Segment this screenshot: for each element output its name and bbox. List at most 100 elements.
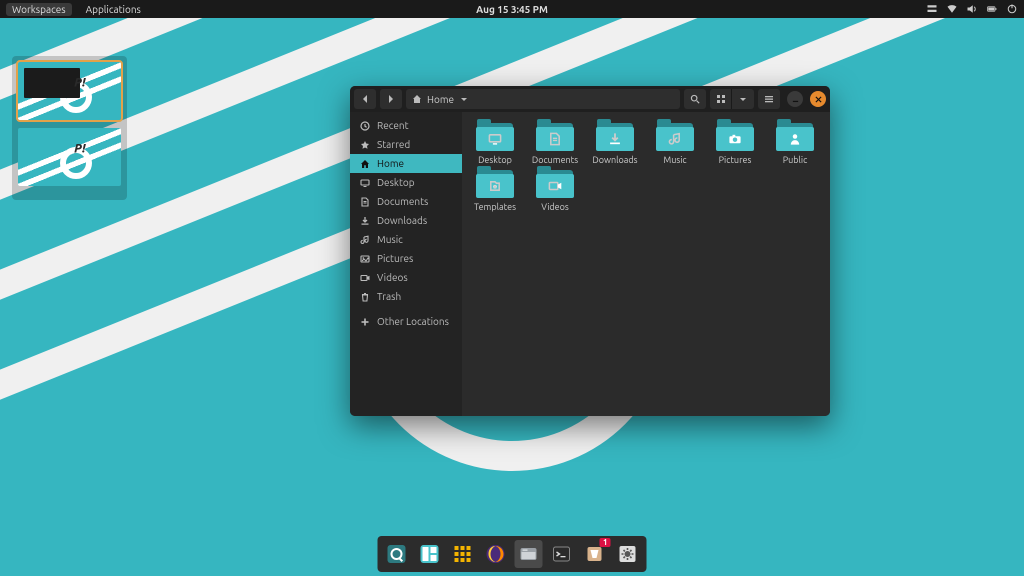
dock-app-files[interactable] <box>515 540 543 568</box>
volume-icon[interactable] <box>966 3 978 15</box>
power-icon[interactable] <box>1006 3 1018 15</box>
sidebar-item-label: Music <box>377 234 403 245</box>
path-bar[interactable]: Home <box>406 89 680 109</box>
network-icon[interactable] <box>946 3 958 15</box>
sidebar-item-home[interactable]: Home <box>350 154 462 173</box>
video-icon <box>548 179 562 193</box>
workspaces-button[interactable]: Workspaces <box>6 3 72 16</box>
sidebar-item-label: Pictures <box>377 253 413 264</box>
update-badge: 1 <box>600 538 611 547</box>
music-icon <box>360 235 370 245</box>
folder-downloads[interactable]: Downloads <box>590 122 640 165</box>
sidebar-item-label: Videos <box>377 272 408 283</box>
sidebar-item-label: Downloads <box>377 215 427 226</box>
path-label: Home <box>427 94 454 105</box>
dock-app-firefox[interactable] <box>482 540 510 568</box>
folder-desktop[interactable]: Desktop <box>470 122 520 165</box>
folder-label: Documents <box>532 155 578 165</box>
document-icon <box>360 197 370 207</box>
home-icon <box>412 94 422 104</box>
applications-button[interactable]: Applications <box>82 3 145 16</box>
folder-label: Public <box>783 155 808 165</box>
sidebar-item-other-locations[interactable]: Other Locations <box>350 312 462 331</box>
indicator-icon[interactable] <box>926 3 938 15</box>
sidebar-item-label: Starred <box>377 139 410 150</box>
forward-button[interactable] <box>380 89 402 109</box>
folder-label: Music <box>663 155 686 165</box>
window-header[interactable]: Home <box>350 86 830 112</box>
sidebar-item-trash[interactable]: Trash <box>350 287 462 306</box>
folder-label: Templates <box>474 202 516 212</box>
folder-icon <box>536 122 574 152</box>
search-button[interactable] <box>684 89 706 109</box>
dock-app-app-grid[interactable] <box>449 540 477 568</box>
folder-view[interactable]: Desktop Documents Downloads Music Pictures Pu… <box>462 112 830 416</box>
dock-app-terminal[interactable] <box>548 540 576 568</box>
folder-icon <box>656 122 694 152</box>
folder-label: Downloads <box>592 155 637 165</box>
minimize-button[interactable] <box>787 91 803 107</box>
folder-label: Videos <box>541 202 569 212</box>
sidebar-item-music[interactable]: Music <box>350 230 462 249</box>
clock[interactable]: Aug 15 3:45 PM <box>476 4 548 15</box>
folder-public[interactable]: Public <box>770 122 820 165</box>
folder-label: Pictures <box>719 155 752 165</box>
file-manager-window: Home RecentStarredHomeDesktopDocumentsDo… <box>350 86 830 416</box>
dock-app-tiling[interactable] <box>416 540 444 568</box>
chevron-down-icon <box>459 94 469 104</box>
view-grid-button[interactable] <box>710 89 732 109</box>
sidebar-item-downloads[interactable]: Downloads <box>350 211 462 230</box>
pop-logo-text: P! <box>74 76 85 89</box>
workspace-thumb-2[interactable]: P! <box>18 128 121 186</box>
sidebar-item-desktop[interactable]: Desktop <box>350 173 462 192</box>
music-icon <box>668 132 682 146</box>
sidebar-item-documents[interactable]: Documents <box>350 192 462 211</box>
workspace-thumb-1[interactable]: P! <box>18 62 121 120</box>
dock: 1 <box>378 536 647 572</box>
sidebar-item-label: Home <box>377 158 404 169</box>
download-icon <box>608 132 622 146</box>
template-icon <box>488 179 502 193</box>
dock-app-pop-shop[interactable] <box>383 540 411 568</box>
dock-app-settings[interactable] <box>614 540 642 568</box>
places-sidebar: Recent Starred Home DesktopDocuments Downloa… <box>350 112 462 416</box>
folder-icon <box>476 122 514 152</box>
back-button[interactable] <box>354 89 376 109</box>
download-icon <box>360 216 370 226</box>
sidebar-item-pictures[interactable]: Pictures <box>350 249 462 268</box>
hamburger-button[interactable] <box>758 89 780 109</box>
folder-music[interactable]: Music <box>650 122 700 165</box>
desktop-icon <box>360 178 370 188</box>
battery-icon[interactable] <box>986 3 998 15</box>
star-icon <box>360 140 370 150</box>
sidebar-item-label: Other Locations <box>377 316 449 327</box>
sidebar-item-label: Recent <box>377 120 409 131</box>
folder-icon <box>536 169 574 199</box>
home-icon <box>360 159 370 169</box>
sidebar-item-starred[interactable]: Starred <box>350 135 462 154</box>
document-icon <box>548 132 562 146</box>
clock-icon <box>360 121 370 131</box>
sidebar-item-recent[interactable]: Recent <box>350 116 462 135</box>
desktop-icon <box>488 132 502 146</box>
picture-icon <box>728 132 742 146</box>
folder-icon <box>476 169 514 199</box>
top-panel: Workspaces Applications Aug 15 3:45 PM <box>0 0 1024 18</box>
folder-documents[interactable]: Documents <box>530 122 580 165</box>
folder-videos[interactable]: Videos <box>530 169 580 212</box>
system-tray[interactable] <box>926 3 1018 15</box>
folder-icon <box>716 122 754 152</box>
folder-icon <box>776 122 814 152</box>
workspace-switcher: P! P! <box>12 56 127 200</box>
sidebar-item-label: Trash <box>377 291 401 302</box>
video-icon <box>360 273 370 283</box>
folder-templates[interactable]: Templates <box>470 169 520 212</box>
view-options-button[interactable] <box>732 89 754 109</box>
close-button[interactable] <box>810 91 826 107</box>
dock-app-updater[interactable]: 1 <box>581 540 609 568</box>
folder-label: Desktop <box>478 155 512 165</box>
public-icon <box>788 132 802 146</box>
sidebar-item-videos[interactable]: Videos <box>350 268 462 287</box>
folder-pictures[interactable]: Pictures <box>710 122 760 165</box>
pop-logo-text: P! <box>74 142 85 155</box>
